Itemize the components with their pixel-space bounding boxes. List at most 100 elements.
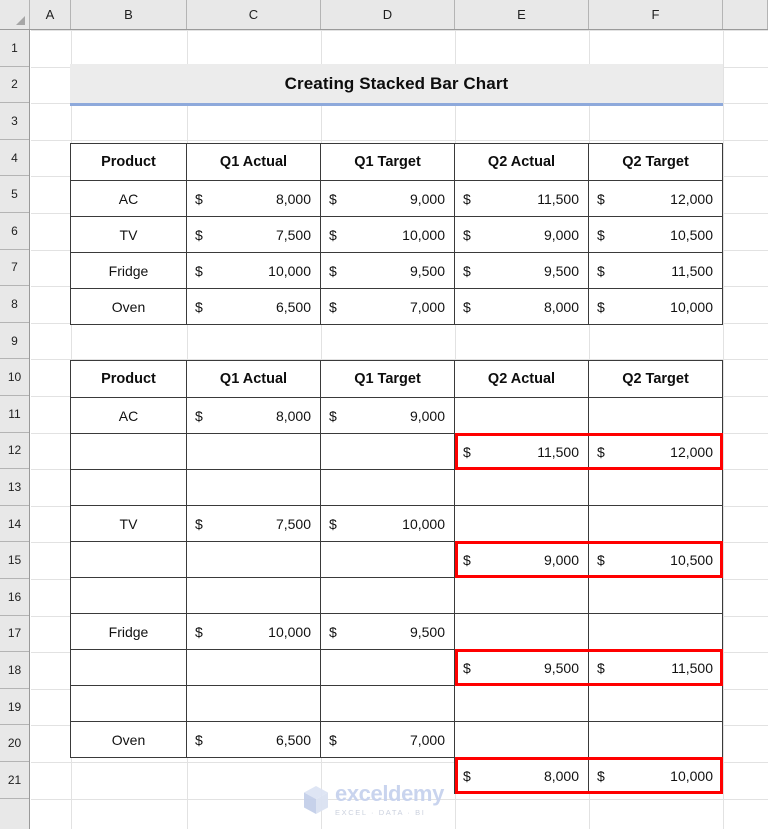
column-header-D[interactable]: D <box>321 0 455 29</box>
q1-actual-cell[interactable]: $6,500 <box>186 288 321 325</box>
column-header-E[interactable]: E <box>455 0 589 29</box>
q2-actual-cell[interactable]: $9,500 <box>454 252 589 289</box>
product-cell[interactable] <box>70 541 187 578</box>
q1-target-cell[interactable]: $ <box>320 577 455 614</box>
q1-actual-cell[interactable]: $8,000 <box>186 180 321 217</box>
q1-actual-cell[interactable]: $ <box>187 758 321 794</box>
q1-actual-cell[interactable]: $ <box>186 685 321 722</box>
q2-target-cell[interactable]: $ <box>588 577 723 614</box>
q1-target-cell[interactable]: $ <box>320 685 455 722</box>
q1-actual-cell[interactable]: $ <box>186 433 321 470</box>
q2-target-cell[interactable]: $10,500 <box>588 216 723 253</box>
q1-actual-cell[interactable]: $ <box>186 577 321 614</box>
q2-actual-cell[interactable]: $11,500 <box>454 433 589 470</box>
row-header-14[interactable]: 14 <box>0 505 29 543</box>
q2-actual-cell[interactable]: $ <box>454 505 589 542</box>
product-cell[interactable]: AC <box>70 397 187 434</box>
q1-target-cell[interactable]: $9,000 <box>320 397 455 434</box>
column-header-cell-q1-actual[interactable]: Q1 Actual <box>186 360 321 398</box>
column-header-cell-q2-actual[interactable]: Q2 Actual <box>454 360 589 398</box>
q1-target-cell[interactable]: $10,000 <box>320 216 455 253</box>
q2-actual-cell[interactable]: $8,000 <box>454 288 589 325</box>
product-cell[interactable]: Fridge <box>70 252 187 289</box>
q1-actual-cell[interactable]: $ <box>186 649 321 686</box>
q2-target-cell[interactable]: $10,000 <box>588 288 723 325</box>
row-header-18[interactable]: 18 <box>0 652 29 689</box>
column-header-cell-q1-actual[interactable]: Q1 Actual <box>186 143 321 181</box>
q2-actual-cell[interactable]: $11,500 <box>454 180 589 217</box>
q1-actual-cell[interactable]: $10,000 <box>186 613 321 650</box>
q1-target-cell[interactable]: $ <box>320 541 455 578</box>
q2-actual-cell[interactable]: $ <box>454 577 589 614</box>
column-header-cell-q2-target[interactable]: Q2 Target <box>588 360 723 398</box>
q2-actual-cell[interactable]: $ <box>454 613 589 650</box>
row-header-16[interactable]: 16 <box>0 579 29 616</box>
product-cell[interactable] <box>70 577 187 614</box>
q2-actual-cell[interactable]: $ <box>454 397 589 434</box>
product-cell[interactable]: Fridge <box>70 613 187 650</box>
q2-target-cell[interactable]: $11,500 <box>588 649 723 686</box>
column-header-B[interactable]: B <box>71 0 187 29</box>
product-cell[interactable] <box>70 685 187 722</box>
column-header-cell-product[interactable]: Product <box>70 143 187 181</box>
q2-target-cell[interactable]: $ <box>588 613 723 650</box>
product-cell[interactable] <box>71 758 187 794</box>
q1-target-cell[interactable]: $7,000 <box>320 721 455 758</box>
product-cell[interactable] <box>70 649 187 686</box>
column-header-cell-product[interactable]: Product <box>70 360 187 398</box>
q1-actual-cell[interactable]: $6,500 <box>186 721 321 758</box>
q2-target-cell[interactable]: $ <box>588 469 723 506</box>
product-cell[interactable]: Oven <box>70 288 187 325</box>
product-cell[interactable]: TV <box>70 216 187 253</box>
row-header-3[interactable]: 3 <box>0 103 29 140</box>
q2-actual-cell[interactable]: $ <box>454 685 589 722</box>
column-header-g-partial[interactable] <box>723 0 768 29</box>
row-header-9[interactable]: 9 <box>0 322 29 360</box>
row-header-1[interactable]: 1 <box>0 30 29 67</box>
q2-target-cell[interactable]: $12,000 <box>588 180 723 217</box>
column-header-cell-q2-target[interactable]: Q2 Target <box>588 143 723 181</box>
column-header-F[interactable]: F <box>589 0 723 29</box>
row-header-2[interactable]: 2 <box>0 66 29 104</box>
row-header-13[interactable]: 13 <box>0 469 29 506</box>
row-header-11[interactable]: 11 <box>0 396 29 433</box>
q1-target-cell[interactable]: $9,000 <box>320 180 455 217</box>
row-header-17[interactable]: 17 <box>0 615 29 653</box>
q1-actual-cell[interactable]: $8,000 <box>186 397 321 434</box>
q1-target-cell[interactable]: $ <box>320 649 455 686</box>
row-header-20[interactable]: 20 <box>0 725 29 762</box>
column-header-C[interactable]: C <box>187 0 321 29</box>
product-cell[interactable] <box>70 469 187 506</box>
q1-target-cell[interactable]: $7,000 <box>320 288 455 325</box>
row-header-5[interactable]: 5 <box>0 176 29 213</box>
product-cell[interactable]: TV <box>70 505 187 542</box>
q2-actual-cell[interactable]: $9,500 <box>454 649 589 686</box>
select-all-corner[interactable] <box>0 0 30 29</box>
row-header-4[interactable]: 4 <box>0 139 29 177</box>
q1-target-cell[interactable]: $ <box>320 433 455 470</box>
q2-target-cell[interactable]: $12,000 <box>588 433 723 470</box>
column-header-cell-q1-target[interactable]: Q1 Target <box>320 143 455 181</box>
q1-actual-cell[interactable]: $10,000 <box>186 252 321 289</box>
q2-target-cell[interactable]: $11,500 <box>588 252 723 289</box>
q1-target-cell[interactable]: $9,500 <box>320 613 455 650</box>
q2-target-cell[interactable]: $10,000 <box>588 757 723 794</box>
q1-actual-cell[interactable]: $ <box>186 469 321 506</box>
row-header-7[interactable]: 7 <box>0 249 29 287</box>
q2-target-cell[interactable]: $ <box>588 505 723 542</box>
q1-target-cell[interactable]: $9,500 <box>320 252 455 289</box>
q1-actual-cell[interactable]: $7,500 <box>186 216 321 253</box>
q2-actual-cell[interactable]: $ <box>454 721 589 758</box>
q2-actual-cell[interactable]: $ <box>454 469 589 506</box>
product-cell[interactable]: Oven <box>70 721 187 758</box>
q1-target-cell[interactable]: $10,000 <box>320 505 455 542</box>
q2-actual-cell[interactable]: $9,000 <box>454 216 589 253</box>
q2-target-cell[interactable]: $ <box>588 685 723 722</box>
row-header-19[interactable]: 19 <box>0 688 29 726</box>
row-header-15[interactable]: 15 <box>0 542 29 579</box>
row-header-8[interactable]: 8 <box>0 286 29 323</box>
q2-target-cell[interactable]: $10,500 <box>588 541 723 578</box>
q1-actual-cell[interactable]: $ <box>186 541 321 578</box>
q1-actual-cell[interactable]: $7,500 <box>186 505 321 542</box>
column-header-A[interactable]: A <box>30 0 71 29</box>
